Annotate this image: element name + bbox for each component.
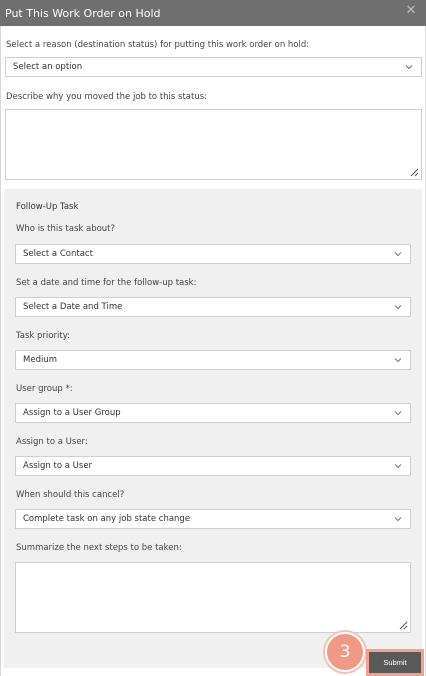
dialog-title: Put This Work Order on Hold (5, 6, 161, 20)
datetime-label: Set a date and time for the follow-up ta… (16, 278, 197, 288)
follow-up-task-panel: Follow-Up Task Who is this task about? S… (4, 189, 422, 668)
chevron-down-icon (394, 464, 402, 469)
close-icon[interactable]: ✕ (404, 3, 418, 19)
user-select-value: Assign to a User (23, 461, 93, 471)
hold-work-order-dialog: Select a reason (destination status) for… (0, 26, 426, 676)
resize-grip-icon[interactable] (409, 167, 419, 177)
describe-label: Describe why you moved the job to this s… (6, 92, 208, 102)
datetime-select-value: Select a Date and Time (23, 302, 123, 312)
datetime-select[interactable]: Select a Date and Time (15, 297, 411, 317)
summary-textarea[interactable] (15, 562, 411, 633)
chevron-down-icon (394, 358, 402, 363)
chevron-down-icon (394, 305, 402, 310)
summary-label: Summarize the next steps to be taken: (16, 543, 182, 553)
user-group-select-value: Assign to a User Group (23, 408, 121, 418)
contact-label: Who is this task about? (16, 224, 116, 234)
describe-textarea[interactable] (5, 109, 422, 180)
reason-label: Select a reason (destination status) for… (6, 40, 310, 50)
chevron-down-icon (394, 252, 402, 257)
priority-select[interactable]: Medium (15, 350, 411, 370)
priority-select-value: Medium (23, 355, 57, 365)
user-label: Assign to a User: (16, 437, 88, 447)
chevron-down-icon (394, 411, 402, 416)
chevron-down-icon (405, 65, 413, 70)
reason-select[interactable]: Select an option (5, 57, 422, 77)
contact-select-value: Select a Contact (23, 249, 93, 259)
cancel-condition-select-value: Complete task on any job state change (23, 514, 191, 524)
step-badge: 3 (325, 632, 365, 672)
follow-up-title: Follow-Up Task (16, 202, 79, 212)
submit-button[interactable]: Submit (369, 652, 421, 673)
priority-label: Task priority: (16, 331, 70, 341)
contact-select[interactable]: Select a Contact (15, 244, 411, 264)
user-select[interactable]: Assign to a User (15, 456, 411, 476)
user-group-label: User group *: (16, 384, 73, 394)
user-group-select[interactable]: Assign to a User Group (15, 403, 411, 423)
reason-select-value: Select an option (13, 62, 83, 72)
dialog-titlebar: Put This Work Order on Hold ✕ (0, 0, 426, 26)
chevron-down-icon (394, 517, 402, 522)
submit-highlight: Submit (366, 649, 424, 676)
cancel-label: When should this cancel? (16, 490, 125, 500)
resize-grip-icon[interactable] (398, 620, 408, 630)
cancel-condition-select[interactable]: Complete task on any job state change (15, 509, 411, 529)
